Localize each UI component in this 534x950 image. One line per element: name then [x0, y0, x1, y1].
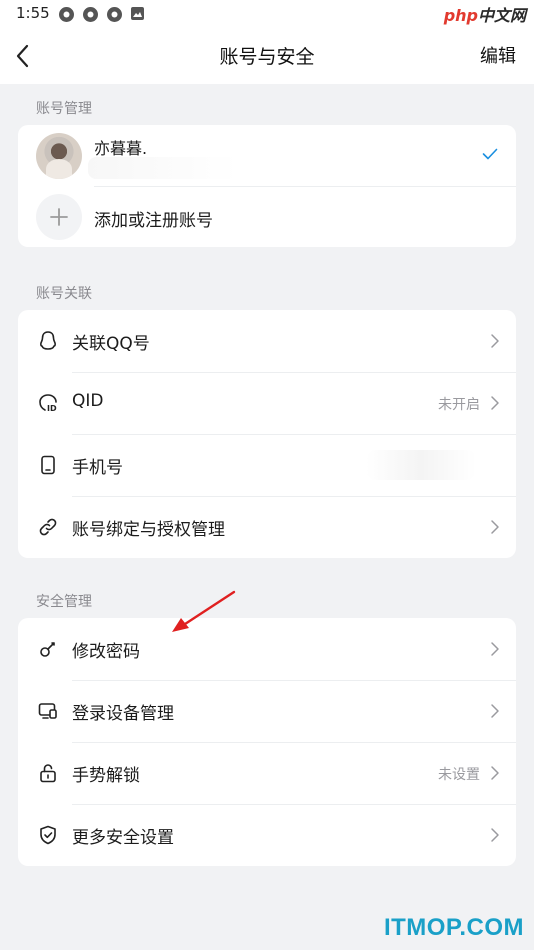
- key-icon: [40, 642, 55, 657]
- checkmark-icon: [482, 148, 498, 160]
- device-icon: [38, 703, 57, 719]
- link-qq-label: 关联QQ号: [72, 334, 150, 354]
- account-name: 亦暮暮.: [94, 139, 148, 158]
- edit-button[interactable]: 编辑: [480, 42, 516, 68]
- qid-label: QID: [72, 391, 104, 411]
- plus-icon: [50, 208, 68, 226]
- lock-icon: [40, 764, 56, 783]
- gesture-unlock-status: 未设置: [438, 767, 480, 783]
- section-label-linking: 账号关联: [36, 286, 92, 302]
- annotation-arrow-icon: [172, 590, 236, 632]
- device-management-label: 登录设备管理: [72, 704, 174, 724]
- more-security-label: 更多安全设置: [72, 828, 174, 848]
- avatar: [36, 133, 82, 179]
- account-card: 亦暮暮. 添加或注册账号: [18, 125, 516, 247]
- image-notification-icon: [130, 6, 147, 23]
- add-account-circle: [36, 194, 82, 240]
- page-title: 账号与安全: [219, 46, 315, 68]
- gesture-unlock-row[interactable]: 手势解锁 未设置: [18, 742, 516, 804]
- security-card: 修改密码 登录设备管理 手势解锁 未设置 更多安全设置: [18, 618, 516, 866]
- phone-label: 手机号: [72, 458, 123, 478]
- chevron-right-icon: [491, 396, 499, 410]
- chevron-right-icon: [491, 704, 499, 718]
- link-icon: [39, 518, 57, 536]
- section-label-account: 账号管理: [36, 101, 92, 117]
- section-label-security: 安全管理: [36, 594, 92, 610]
- app-notification-icon: [82, 6, 99, 23]
- chevron-right-icon: [491, 828, 499, 842]
- binding-auth-row[interactable]: 账号绑定与授权管理: [18, 496, 516, 558]
- app-notification-icon: [106, 6, 123, 23]
- current-account-row[interactable]: 亦暮暮.: [18, 125, 516, 186]
- status-right: php中文网: [444, 2, 526, 26]
- blurred-account-id: [88, 157, 238, 179]
- link-qq-row[interactable]: 关联QQ号: [18, 310, 516, 372]
- add-account-row[interactable]: 添加或注册账号: [18, 186, 516, 247]
- qid-status: 未开启: [438, 397, 480, 413]
- status-bar: 1:55 php中文网: [0, 0, 534, 28]
- phone-row[interactable]: 手机号: [18, 434, 516, 496]
- app-notification-icon: [58, 6, 75, 23]
- device-management-row[interactable]: 登录设备管理: [18, 680, 516, 742]
- qq-icon: [40, 331, 56, 350]
- add-account-label: 添加或注册账号: [94, 211, 213, 231]
- shield-icon: [40, 825, 56, 845]
- chevron-right-icon: [491, 334, 499, 348]
- chevron-right-icon: [491, 642, 499, 656]
- chevron-right-icon: [491, 520, 499, 534]
- svg-text:ID: ID: [47, 404, 57, 413]
- notification-icons: [58, 6, 147, 23]
- change-password-label: 修改密码: [72, 642, 140, 662]
- gesture-unlock-label: 手势解锁: [72, 766, 140, 786]
- linking-card: 关联QQ号 ID QID 未开启 手机号 账号绑定与授权管理: [18, 310, 516, 558]
- site-watermark: ITMOP.COM: [383, 914, 524, 941]
- chevron-right-icon: [491, 766, 499, 780]
- blurred-phone-number: [366, 450, 476, 480]
- phone-icon: [41, 455, 55, 475]
- qid-row[interactable]: ID QID 未开启: [18, 372, 516, 434]
- status-time: 1:55: [16, 4, 50, 22]
- nav-bar: 账号与安全 编辑: [0, 28, 534, 84]
- more-security-row[interactable]: 更多安全设置: [18, 804, 516, 866]
- binding-auth-label: 账号绑定与授权管理: [72, 520, 225, 540]
- change-password-row[interactable]: 修改密码: [18, 618, 516, 680]
- qid-icon: ID: [39, 394, 57, 413]
- php-watermark: php中文网: [443, 6, 526, 25]
